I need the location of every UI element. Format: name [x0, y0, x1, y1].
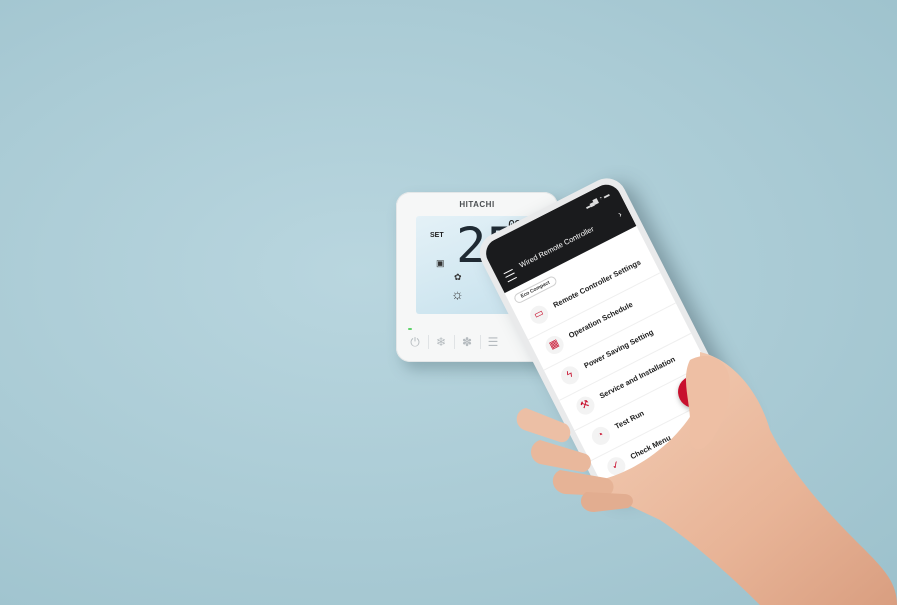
- index-finger: [516, 408, 571, 443]
- ring-finger: [552, 470, 614, 496]
- little-finger: [580, 492, 633, 512]
- photo-scene: HITACHI SET 25 09:45 ▣ ✿ ☼ ⏻ ❄ ✽ ☰ ▂▄▆ ◔…: [0, 0, 897, 605]
- palm: [600, 352, 897, 605]
- middle-finger: [531, 440, 591, 472]
- hand: [516, 352, 897, 605]
